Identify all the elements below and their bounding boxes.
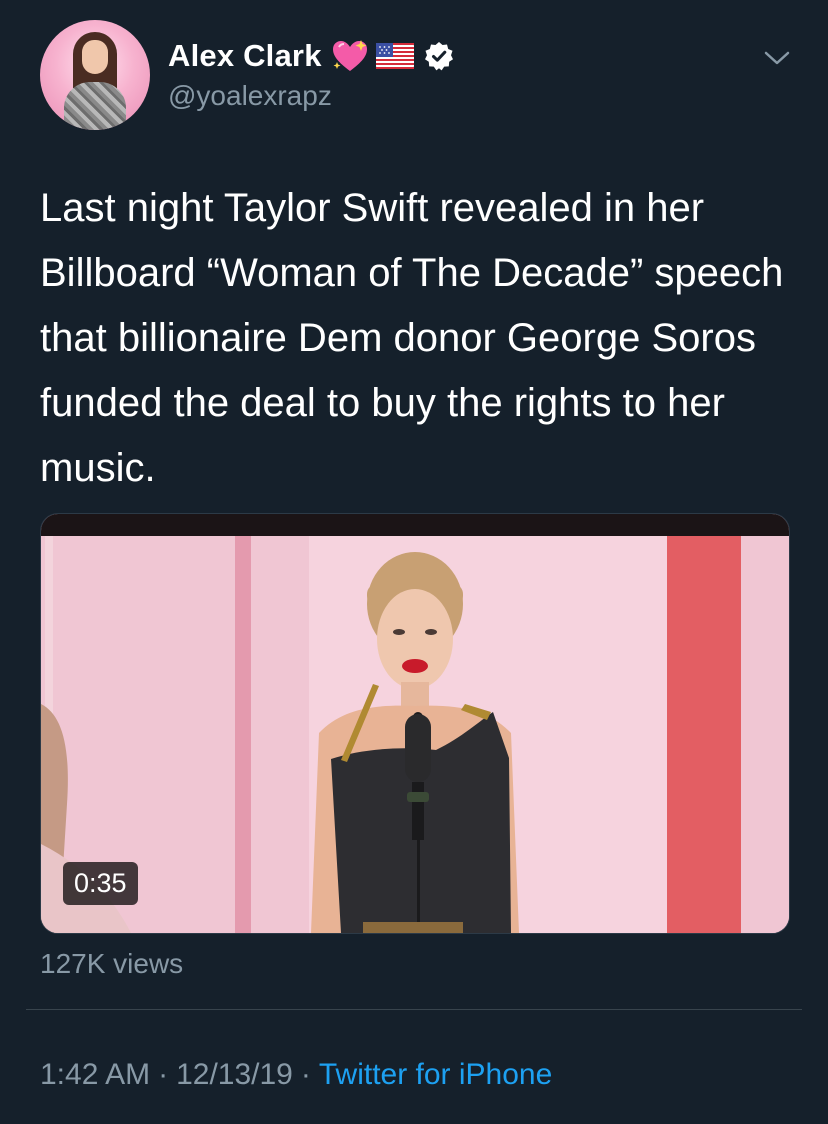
profile-avatar[interactable] bbox=[40, 20, 150, 130]
avatar-sequin-dress bbox=[64, 82, 126, 130]
author-name[interactable]: Alex Clark bbox=[168, 38, 322, 74]
video-player[interactable]: 0:35 bbox=[40, 513, 790, 934]
author-name-row[interactable]: Alex Clark bbox=[168, 36, 454, 76]
meta-separator: · bbox=[158, 1058, 169, 1091]
avatar-face bbox=[82, 40, 108, 74]
tweet-text: Last night Taylor Swift revealed in her … bbox=[40, 186, 784, 490]
meta-separator: · bbox=[300, 1058, 311, 1091]
divider bbox=[26, 1009, 802, 1010]
verified-badge-icon bbox=[424, 41, 454, 71]
tweet-metadata: 1:42 AM · 12/13/19 · Twitter for iPhone bbox=[40, 1058, 552, 1092]
tweet-date[interactable]: 12/13/19 bbox=[176, 1058, 293, 1091]
video-thumbnail bbox=[41, 514, 789, 933]
video-duration-badge: 0:35 bbox=[63, 862, 138, 905]
sparkling-heart-icon bbox=[330, 38, 370, 74]
tweet-time[interactable]: 1:42 AM bbox=[40, 1058, 150, 1091]
us-flag-icon bbox=[375, 43, 414, 69]
tweet-source-link[interactable]: Twitter for iPhone bbox=[319, 1058, 552, 1091]
author-handle[interactable]: @yoalexrapz bbox=[168, 80, 332, 112]
view-count: 127K views bbox=[40, 948, 184, 979]
chevron-down-icon[interactable] bbox=[762, 48, 792, 68]
